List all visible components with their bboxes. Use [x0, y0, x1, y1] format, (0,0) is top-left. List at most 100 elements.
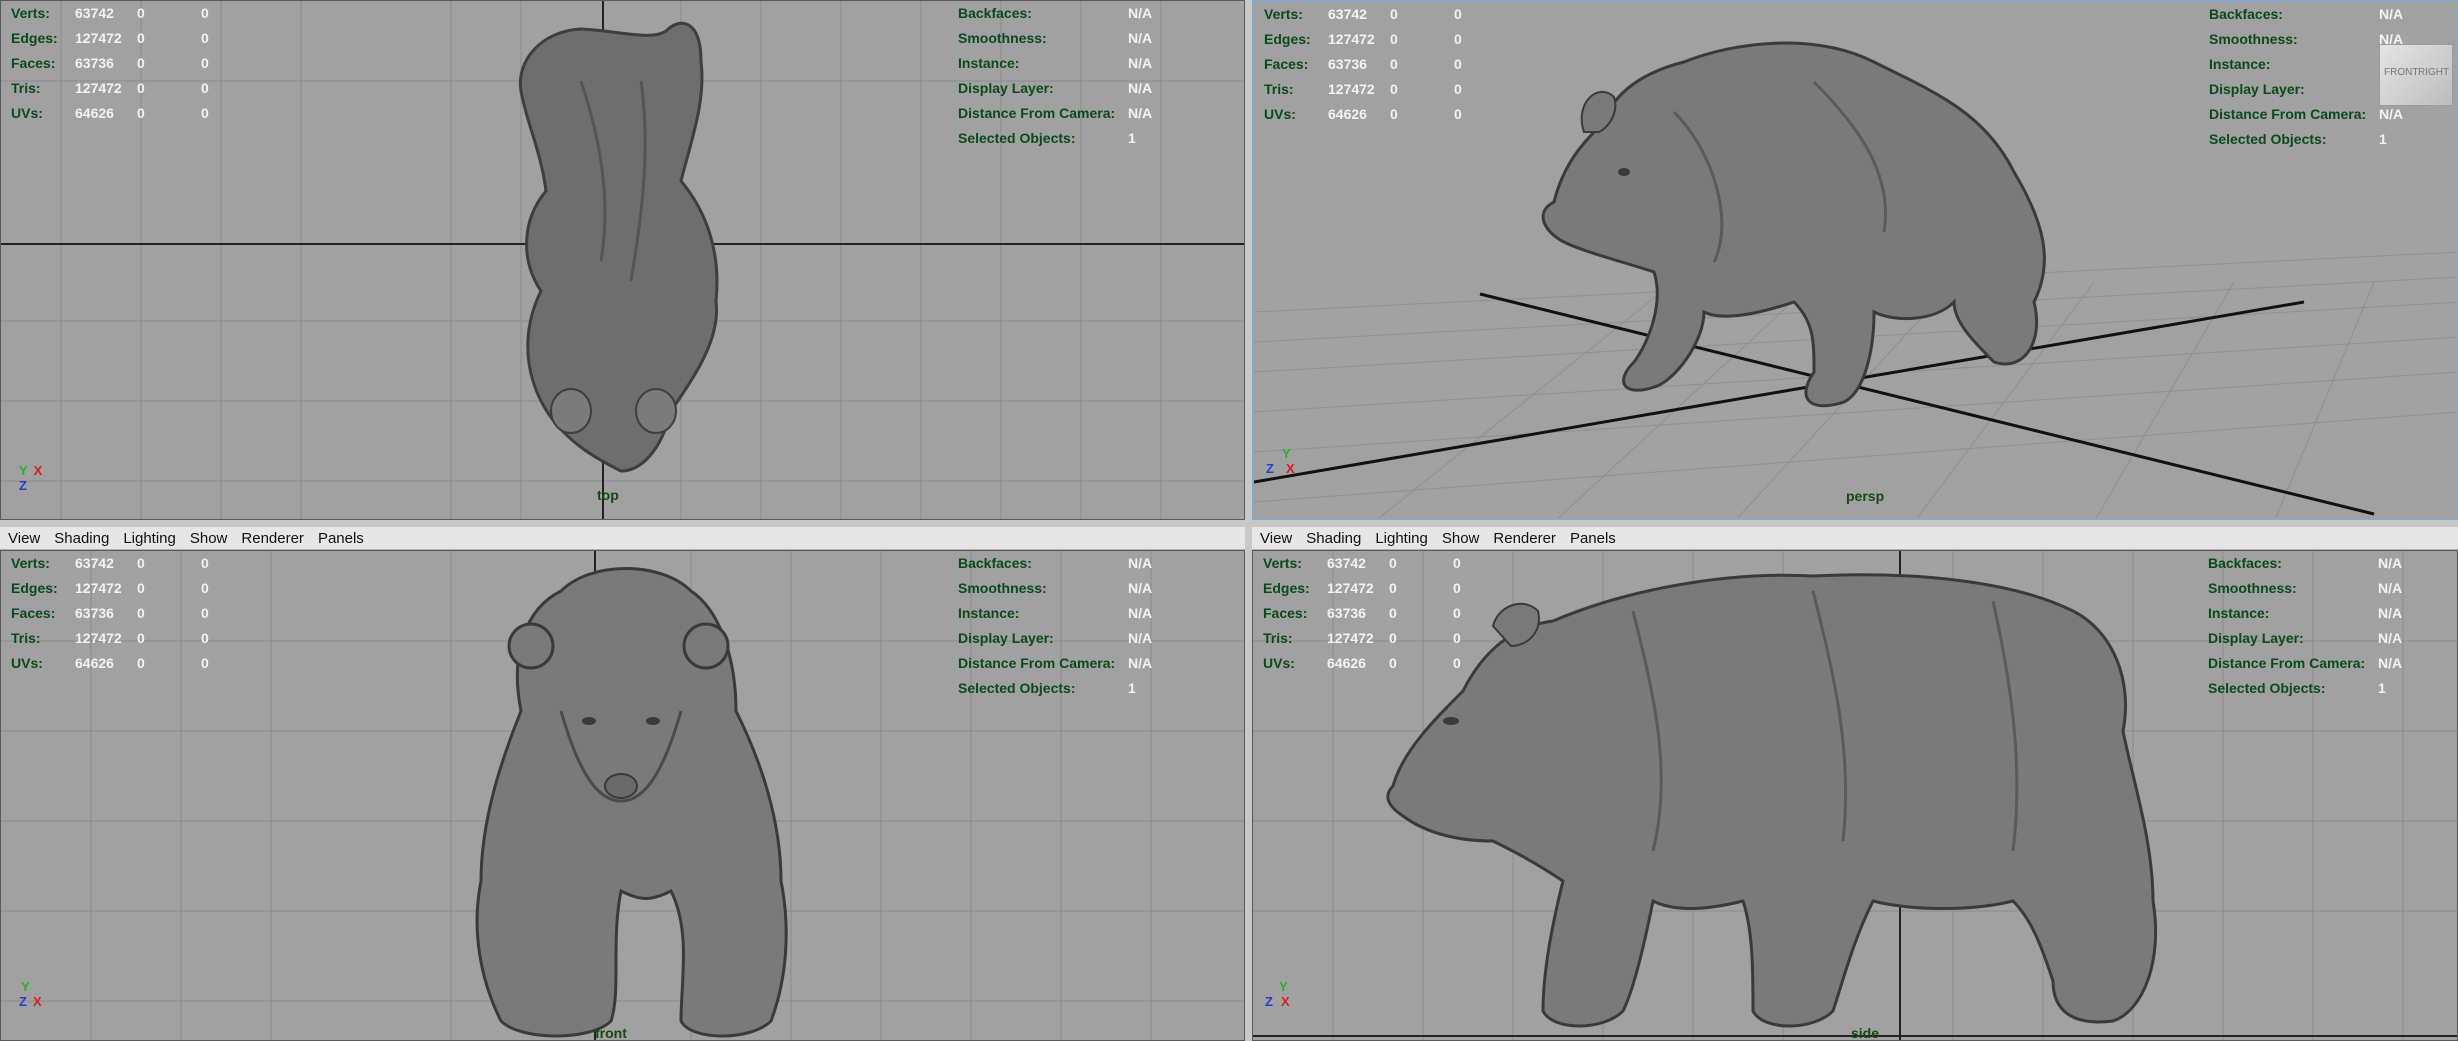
- hud-value: 1: [1128, 680, 1136, 696]
- hud-value: N/A: [1128, 55, 1153, 71]
- viewport-side-panel: View Shading Lighting Show Renderer Pane…: [1252, 527, 2458, 1041]
- viewport-persp[interactable]: Verts: 63742 0 0 Edges: 127472 0 0 Faces: 63736…: [1252, 0, 2458, 520]
- axis-gizmo-top: YXZ: [19, 463, 42, 493]
- hud-value: 127472: [1328, 81, 1375, 97]
- hud-value: 0: [1389, 655, 1397, 671]
- menu-renderer[interactable]: Renderer: [241, 530, 304, 547]
- hud-value: 63736: [75, 55, 114, 71]
- camera-label-top: top: [597, 487, 619, 503]
- viewport-side[interactable]: Verts: 63742 0 0 Edges: 127472 0 0 Faces: 63736…: [1252, 550, 2458, 1041]
- hud-label: Faces:: [11, 55, 56, 71]
- z-axis-label: Z: [1266, 461, 1274, 476]
- hud-value: N/A: [2378, 605, 2403, 621]
- y-axis-label: Y: [19, 463, 28, 478]
- hud-label: Verts:: [1264, 6, 1303, 22]
- hud-object-details-top: Backfaces: N/A Smoothness: N/A Instance: N/…: [958, 1, 1158, 151]
- viewcube-front[interactable]: FRONT: [2384, 67, 2418, 78]
- hud-label: Tris:: [1263, 630, 1293, 646]
- hud-value: 0: [1390, 6, 1398, 22]
- y-axis-label: Y: [1279, 979, 1288, 994]
- hud-label: Edges:: [1264, 31, 1311, 47]
- menu-view[interactable]: View: [8, 530, 40, 547]
- hud-value: 127472: [75, 30, 122, 46]
- hud-value: 63742: [1327, 555, 1366, 571]
- hud-value: N/A: [1128, 580, 1153, 596]
- viewport-front[interactable]: Verts: 63742 0 0 Edges: 127472 0 0 Faces: 63736…: [0, 550, 1245, 1041]
- menu-renderer[interactable]: Renderer: [1493, 530, 1556, 547]
- hud-value: 0: [137, 105, 145, 121]
- hud-value: 0: [137, 5, 145, 21]
- hud-value: 0: [201, 30, 209, 46]
- hud-value: 0: [201, 655, 209, 671]
- viewport-top[interactable]: Verts: 63742 0 0 Edges: 127472 0 0 Faces: 63736…: [0, 0, 1245, 520]
- hud-value: 0: [201, 580, 209, 596]
- camera-label-front: front: [595, 1025, 627, 1041]
- hud-value: 0: [1454, 56, 1462, 72]
- hud-label: Tris:: [1264, 81, 1294, 97]
- hud-label: Selected Objects:: [958, 130, 1076, 146]
- hud-value: 0: [137, 30, 145, 46]
- hud-label: Instance:: [958, 605, 1020, 621]
- menu-panels[interactable]: Panels: [1570, 530, 1616, 547]
- hud-value: N/A: [2378, 655, 2403, 671]
- axis-gizmo-front: YZX: [19, 979, 42, 1009]
- hud-label: Display Layer:: [958, 80, 1054, 96]
- hud-value: 0: [1454, 81, 1462, 97]
- hud-label: Distance From Camera:: [958, 655, 1116, 671]
- x-axis-label: X: [32, 994, 42, 1009]
- menu-panels[interactable]: Panels: [318, 530, 364, 547]
- hud-value: 0: [201, 55, 209, 71]
- hud-value: 0: [137, 555, 145, 571]
- hud-value: 64626: [75, 105, 114, 121]
- hud-value: 64626: [1327, 655, 1366, 671]
- menu-show[interactable]: Show: [190, 530, 228, 547]
- viewcube[interactable]: FRONT RIGHT: [2379, 44, 2453, 106]
- menu-shading[interactable]: Shading: [1306, 530, 1361, 547]
- hud-label: Distance From Camera:: [958, 105, 1116, 121]
- hud-value: 63742: [1328, 6, 1367, 22]
- hud-label: Display Layer:: [958, 630, 1054, 646]
- hud-value: 0: [1390, 106, 1398, 122]
- hud-value: 0: [201, 555, 209, 571]
- hud-label: Faces:: [11, 605, 56, 621]
- hud-value: 0: [1453, 555, 1461, 571]
- hud-poly-count-top: Verts: 63742 0 0 Edges: 127472 0 0 Faces: 63736…: [11, 1, 211, 126]
- hud-label: Instance:: [2208, 605, 2270, 621]
- hud-label: Faces:: [1264, 56, 1309, 72]
- menu-view[interactable]: View: [1260, 530, 1292, 547]
- hud-label: Edges:: [1263, 580, 1310, 596]
- hud-value: 0: [1389, 605, 1397, 621]
- hud-label: Edges:: [11, 30, 58, 46]
- camera-label-persp: persp: [1846, 488, 1885, 504]
- hud-value: 0: [201, 605, 209, 621]
- axis-gizmo-persp: YZX: [1266, 446, 1295, 476]
- hud-label: Distance From Camera:: [2209, 106, 2367, 122]
- hud-value: 127472: [1327, 630, 1374, 646]
- z-axis-label: Z: [1265, 994, 1273, 1009]
- hud-label: Distance From Camera:: [2208, 655, 2366, 671]
- hud-value: 0: [1454, 106, 1462, 122]
- hud-label: Smoothness:: [2209, 31, 2298, 47]
- hud-poly-count-side: Verts: 63742 0 0 Edges: 127472 0 0 Faces: 63736…: [1263, 551, 1463, 676]
- hud-value: N/A: [2378, 555, 2403, 571]
- hud-value: 63736: [1327, 605, 1366, 621]
- x-axis-label: X: [33, 463, 43, 478]
- hud-label: UVs:: [1263, 655, 1295, 671]
- menu-lighting[interactable]: Lighting: [1375, 530, 1428, 547]
- hud-value: 0: [137, 655, 145, 671]
- hud-label: Selected Objects:: [958, 680, 1076, 696]
- hud-label: Selected Objects:: [2209, 131, 2327, 147]
- hud-value: 0: [137, 55, 145, 71]
- hud-value: 0: [201, 5, 209, 21]
- hud-label: Smoothness:: [958, 30, 1047, 46]
- menu-lighting[interactable]: Lighting: [123, 530, 176, 547]
- menu-show[interactable]: Show: [1442, 530, 1480, 547]
- hud-label: Verts:: [1263, 555, 1302, 571]
- hud-label: Instance:: [2209, 56, 2271, 72]
- viewcube-right[interactable]: RIGHT: [2418, 67, 2449, 78]
- menu-shading[interactable]: Shading: [54, 530, 109, 547]
- hud-value: 0: [1454, 6, 1462, 22]
- hud-label: Smoothness:: [2208, 580, 2297, 596]
- hud-value: 0: [1453, 605, 1461, 621]
- panel-menubar-side: View Shading Lighting Show Renderer Pane…: [1252, 527, 2458, 550]
